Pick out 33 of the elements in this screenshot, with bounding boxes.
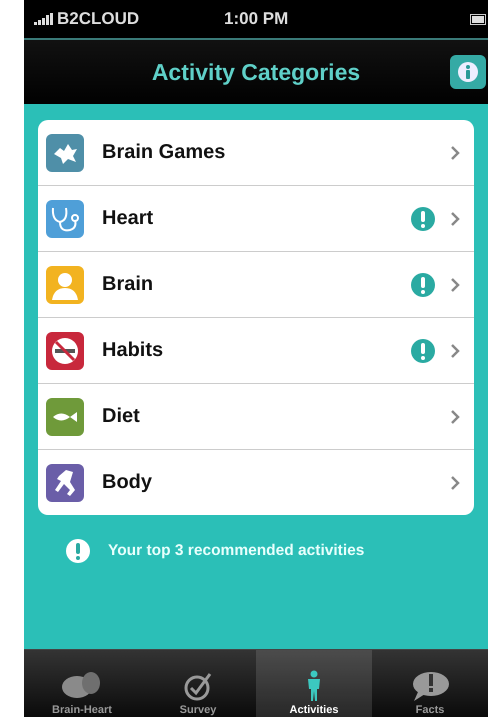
chevron-icon bbox=[451, 278, 460, 292]
category-row[interactable]: Brain Games bbox=[38, 120, 474, 186]
tab[interactable]: Survey bbox=[140, 650, 256, 717]
category-row[interactable]: Body bbox=[38, 450, 474, 515]
category-row[interactable]: Habits bbox=[38, 318, 474, 384]
tab[interactable]: Brain-Heart bbox=[24, 650, 140, 717]
category-label: Brain bbox=[102, 273, 154, 296]
category-label: Diet bbox=[102, 405, 141, 428]
tab[interactable]: Activities bbox=[256, 650, 372, 717]
tab[interactable]: Facts bbox=[372, 650, 488, 717]
carrier-name: B2CLOUD bbox=[57, 9, 140, 29]
chevron-icon bbox=[451, 344, 460, 358]
chevron-icon bbox=[451, 410, 460, 424]
category-row[interactable]: Heart bbox=[38, 186, 474, 252]
chevron-icon bbox=[451, 212, 460, 226]
status-time: 1:00 PM bbox=[224, 9, 290, 29]
chevron-icon bbox=[451, 476, 460, 490]
category-label: Habits bbox=[102, 339, 164, 362]
speech-bubble-icon bbox=[410, 670, 450, 702]
info-button[interactable] bbox=[450, 55, 486, 89]
legend-text: Your top 3 recommended activities bbox=[108, 542, 364, 560]
signal-icon bbox=[34, 13, 54, 25]
category-label: Body bbox=[102, 471, 153, 494]
category-label: Heart bbox=[102, 207, 154, 230]
checkmark-icon bbox=[182, 670, 214, 702]
category-label: Brain Games bbox=[102, 141, 226, 164]
screen-title: Activity Categories bbox=[152, 58, 360, 86]
category-row[interactable]: Brain bbox=[38, 252, 474, 318]
exclamation-icon bbox=[66, 539, 90, 563]
chevron-icon bbox=[451, 146, 460, 160]
category-row[interactable]: Diet bbox=[38, 384, 474, 450]
battery-icon bbox=[470, 14, 486, 24]
info-icon bbox=[457, 61, 479, 83]
